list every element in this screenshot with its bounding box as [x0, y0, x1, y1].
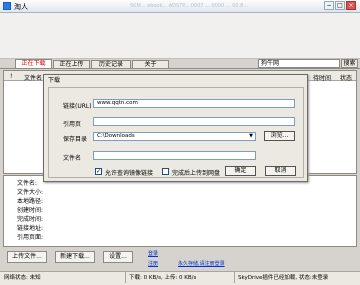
- minimize-button[interactable]: −: [324, 1, 334, 10]
- col-status[interactable]: 状态: [340, 73, 352, 82]
- settings-button[interactable]: 设置...: [103, 251, 133, 263]
- mirror-checkbox[interactable]: ✓: [95, 168, 102, 175]
- dir-select[interactable]: C:\Downloads: [93, 132, 256, 141]
- window-title: 淘人: [14, 3, 28, 11]
- header-flag-icon: !: [10, 73, 13, 80]
- register-link[interactable]: 注册: [148, 260, 158, 267]
- browse-button[interactable]: 浏览...: [264, 131, 295, 141]
- cancel-button[interactable]: 取消: [265, 166, 296, 176]
- status-separator: [234, 272, 235, 283]
- detail-created-label: 创建时间:: [17, 207, 44, 214]
- login-link[interactable]: 登录: [148, 250, 158, 257]
- dir-label: 保存目录: [63, 136, 88, 143]
- detail-finished-label: 完成时间:: [17, 216, 44, 223]
- url-input[interactable]: www.qqtn.com: [93, 99, 295, 108]
- detail-panel: [3, 175, 357, 247]
- app-icon: [3, 2, 11, 10]
- upload-file-button[interactable]: 上传文件...: [7, 251, 47, 263]
- search-button[interactable]: 搜索: [341, 59, 358, 68]
- ref-input[interactable]: [93, 117, 295, 126]
- network-status: 网络状态: 未知: [4, 275, 41, 281]
- status-separator: [125, 272, 126, 283]
- promo-link[interactable]: 永久存储,请注册登录: [178, 260, 225, 267]
- banner-area: [0, 13, 360, 59]
- dialog-title: 下载: [48, 77, 61, 84]
- upload-checkbox[interactable]: [162, 168, 169, 175]
- detail-ref-label: 引用页面:: [17, 234, 44, 241]
- search-input[interactable]: 狗牛网: [258, 59, 340, 68]
- download-dialog: 下载 链接(URL) www.qqtn.com 引用页 保存目录 C:\Down…: [43, 74, 308, 182]
- mirror-label: 允许查询镜像链接: [105, 170, 154, 177]
- new-download-button[interactable]: 新建下载...: [55, 251, 95, 263]
- col-time[interactable]: 待时间: [313, 73, 331, 82]
- filename-label: 文件名: [63, 155, 82, 162]
- tab-divider: [0, 68, 360, 69]
- col-filename[interactable]: 文件名: [24, 73, 42, 82]
- close-button[interactable]: ×: [346, 1, 356, 10]
- chevron-down-icon[interactable]: ▼: [247, 133, 255, 140]
- title-faded-text: SKM... ebook... ADSTP... 0007 ... 0000 .…: [130, 3, 249, 9]
- speed-status: 下载: 0 KB/s, 上传: 0 KB/s: [129, 275, 197, 281]
- detail-path-label: 本地路径:: [17, 198, 44, 205]
- detail-url-label: 链接地址:: [17, 225, 44, 232]
- detail-filename-label: 文件名:: [17, 180, 38, 187]
- detail-size-label: 文件大小:: [17, 189, 44, 196]
- upload-label: 完成后上传到网盘: [172, 170, 221, 177]
- filename-input[interactable]: [93, 151, 256, 160]
- url-label: 链接(URL): [63, 103, 92, 110]
- plugin-status: SkyDrive插件已经加载, 状态:未登录: [238, 275, 329, 281]
- ok-button[interactable]: 确定: [225, 166, 256, 176]
- ref-label: 引用页: [63, 121, 82, 128]
- maximize-button[interactable]: □: [335, 1, 345, 10]
